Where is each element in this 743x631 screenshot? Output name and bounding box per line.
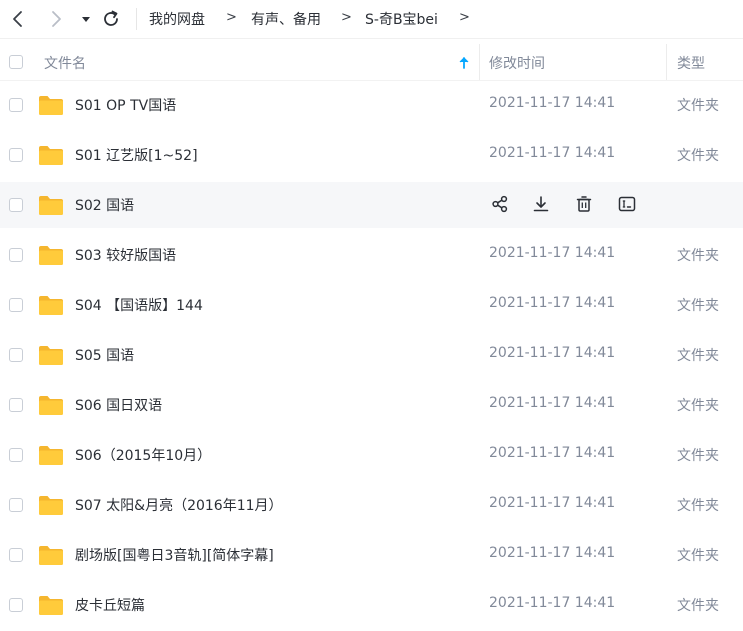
folder-icon bbox=[38, 195, 64, 216]
file-type: 文件夹 bbox=[677, 98, 719, 114]
column-divider[interactable] bbox=[666, 44, 667, 80]
file-name[interactable]: 剧场版[国粤日3音轨][简体字幕] bbox=[75, 545, 274, 565]
file-name[interactable]: S05 国语 bbox=[75, 345, 134, 365]
arrow-up-icon[interactable] bbox=[458, 55, 470, 69]
refresh-icon[interactable] bbox=[100, 8, 122, 30]
delete-icon[interactable] bbox=[574, 194, 594, 214]
column-header-modified[interactable]: 修改时间 bbox=[489, 53, 545, 73]
share-icon[interactable] bbox=[490, 194, 510, 214]
table-row[interactable]: S06（2015年10月） 2021-11-17 14:41 文件夹 bbox=[0, 432, 743, 478]
select-all-checkbox[interactable] bbox=[9, 55, 23, 69]
file-list-header: 文件名 修改时间 类型 bbox=[0, 44, 743, 81]
file-type: 文件夹 bbox=[677, 248, 719, 264]
row-checkbox[interactable] bbox=[9, 498, 23, 512]
folder-icon bbox=[38, 95, 64, 116]
row-checkbox[interactable] bbox=[9, 348, 23, 362]
row-checkbox[interactable] bbox=[9, 298, 23, 312]
table-row[interactable]: S01 OP TV国语 2021-11-17 14:41 文件夹 bbox=[0, 82, 743, 128]
chevron-left-icon[interactable] bbox=[8, 9, 28, 29]
breadcrumb-separator: > bbox=[459, 10, 470, 25]
file-type: 文件夹 bbox=[677, 598, 719, 614]
file-modified-time: 2021-11-17 14:41 bbox=[489, 245, 616, 261]
table-row[interactable]: 剧场版[国粤日3音轨][简体字幕] 2021-11-17 14:41 文件夹 bbox=[0, 532, 743, 578]
table-row[interactable]: S02 国语 bbox=[0, 182, 743, 228]
breadcrumb-separator: > bbox=[341, 10, 352, 25]
folder-icon bbox=[38, 245, 64, 266]
file-name[interactable]: S02 国语 bbox=[75, 195, 134, 215]
file-modified-time: 2021-11-17 14:41 bbox=[489, 145, 616, 161]
file-modified-time: 2021-11-17 14:41 bbox=[489, 395, 616, 411]
file-modified-time: 2021-11-17 14:41 bbox=[489, 345, 616, 361]
row-checkbox[interactable] bbox=[9, 598, 23, 612]
row-checkbox[interactable] bbox=[9, 548, 23, 562]
file-name[interactable]: S07 太阳&月亮（2016年11月） bbox=[75, 495, 283, 515]
file-name[interactable]: S03 较好版国语 bbox=[75, 245, 176, 265]
rename-icon[interactable] bbox=[617, 194, 637, 214]
file-modified-time: 2021-11-17 14:41 bbox=[489, 295, 616, 311]
table-row[interactable]: 皮卡丘短篇 2021-11-17 14:41 文件夹 bbox=[0, 582, 743, 628]
folder-icon bbox=[38, 295, 64, 316]
navigation-toolbar: 我的网盘 > 有声、备用 > S-奇B宝bei > bbox=[0, 0, 743, 39]
column-header-type[interactable]: 类型 bbox=[677, 53, 705, 73]
folder-icon bbox=[38, 445, 64, 466]
table-row[interactable]: S01 辽艺版[1~52] 2021-11-17 14:41 文件夹 bbox=[0, 132, 743, 178]
table-row[interactable]: S03 较好版国语 2021-11-17 14:41 文件夹 bbox=[0, 232, 743, 278]
row-checkbox[interactable] bbox=[9, 148, 23, 162]
file-type: 文件夹 bbox=[677, 548, 719, 564]
file-type: 文件夹 bbox=[677, 498, 719, 514]
table-row[interactable]: S04 【国语版】144 2021-11-17 14:41 文件夹 bbox=[0, 282, 743, 328]
file-modified-time: 2021-11-17 14:41 bbox=[489, 495, 616, 511]
row-checkbox[interactable] bbox=[9, 248, 23, 262]
column-divider[interactable] bbox=[479, 44, 480, 80]
file-name[interactable]: S06（2015年10月） bbox=[75, 445, 211, 465]
chevron-right-icon[interactable] bbox=[46, 9, 66, 29]
toolbar-divider bbox=[136, 8, 137, 30]
file-type: 文件夹 bbox=[677, 348, 719, 364]
folder-icon bbox=[38, 495, 64, 516]
table-row[interactable]: S05 国语 2021-11-17 14:41 文件夹 bbox=[0, 332, 743, 378]
file-modified-time: 2021-11-17 14:41 bbox=[489, 595, 616, 611]
breadcrumb-separator: > bbox=[226, 10, 237, 25]
download-icon[interactable] bbox=[531, 194, 551, 214]
breadcrumb-item[interactable]: S-奇B宝bei bbox=[365, 9, 438, 29]
file-name[interactable]: S01 辽艺版[1~52] bbox=[75, 145, 198, 165]
caret-down-icon[interactable] bbox=[79, 11, 93, 27]
file-name[interactable]: S01 OP TV国语 bbox=[75, 95, 176, 115]
file-type: 文件夹 bbox=[677, 298, 719, 314]
table-row[interactable]: S07 太阳&月亮（2016年11月） 2021-11-17 14:41 文件夹 bbox=[0, 482, 743, 528]
file-name[interactable]: 皮卡丘短篇 bbox=[75, 595, 145, 615]
file-type: 文件夹 bbox=[677, 448, 719, 464]
file-modified-time: 2021-11-17 14:41 bbox=[489, 445, 616, 461]
column-header-name[interactable]: 文件名 bbox=[44, 53, 86, 73]
file-name[interactable]: S04 【国语版】144 bbox=[75, 295, 203, 315]
row-checkbox[interactable] bbox=[9, 198, 23, 212]
file-modified-time: 2021-11-17 14:41 bbox=[489, 95, 616, 111]
row-checkbox[interactable] bbox=[9, 448, 23, 462]
row-checkbox[interactable] bbox=[9, 398, 23, 412]
folder-icon bbox=[38, 345, 64, 366]
row-checkbox[interactable] bbox=[9, 98, 23, 112]
folder-icon bbox=[38, 595, 64, 616]
breadcrumb-item[interactable]: 我的网盘 bbox=[149, 9, 205, 29]
file-modified-time: 2021-11-17 14:41 bbox=[489, 545, 616, 561]
folder-icon bbox=[38, 145, 64, 166]
folder-icon bbox=[38, 395, 64, 416]
table-row[interactable]: S06 国日双语 2021-11-17 14:41 文件夹 bbox=[0, 382, 743, 428]
folder-icon bbox=[38, 545, 64, 566]
breadcrumb-item[interactable]: 有声、备用 bbox=[251, 9, 321, 29]
file-name[interactable]: S06 国日双语 bbox=[75, 395, 162, 415]
file-type: 文件夹 bbox=[677, 398, 719, 414]
file-type: 文件夹 bbox=[677, 148, 719, 164]
